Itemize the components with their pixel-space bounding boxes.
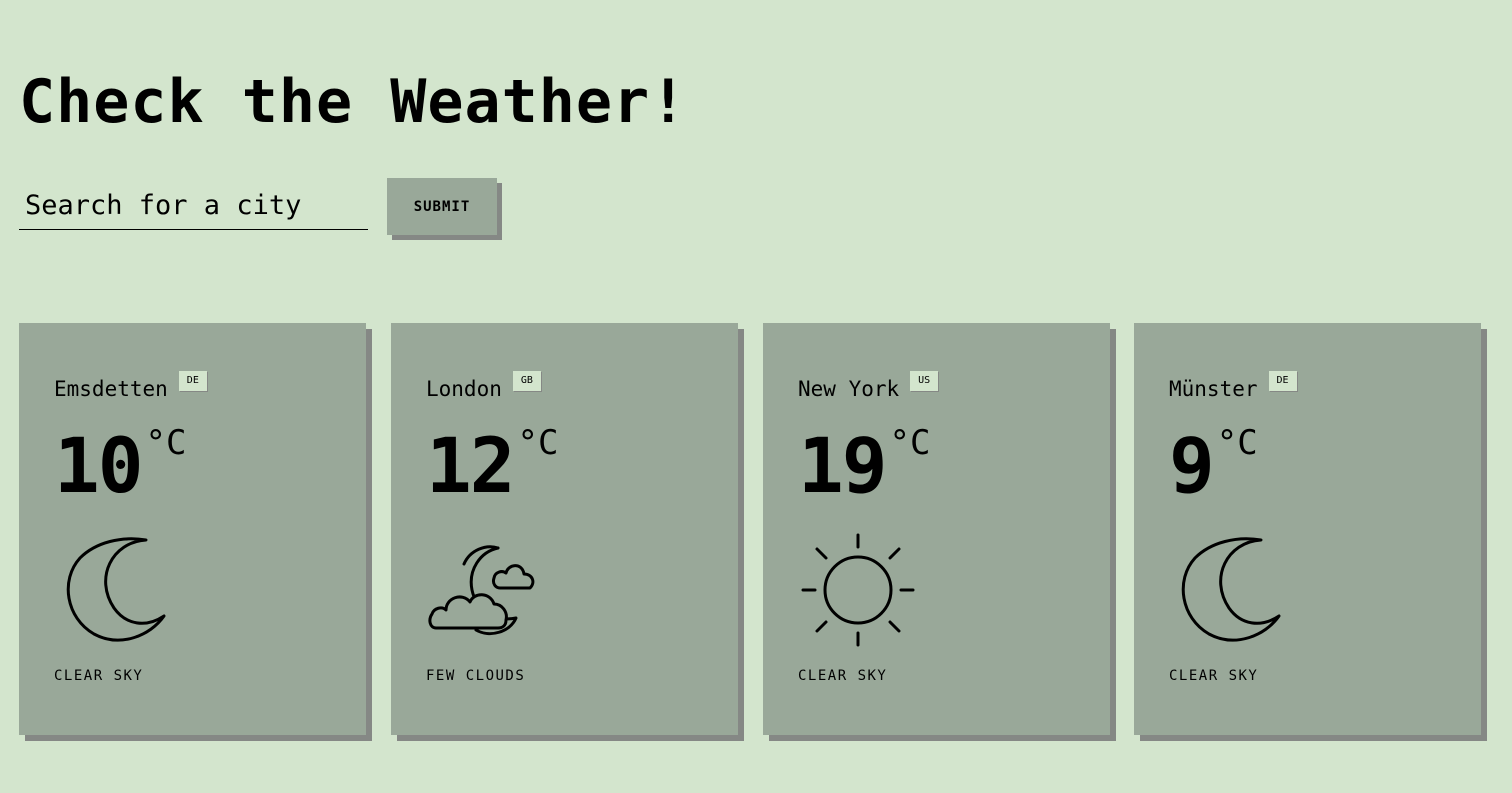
country-badge: DE (178, 371, 207, 391)
sun-icon (798, 530, 918, 650)
temperature-unit: °C (889, 423, 931, 463)
page-title: Check the Weather! (19, 67, 688, 137)
city-name: London (426, 377, 502, 401)
temperature-value: 12 (426, 421, 516, 510)
temperature: 9 °C (1169, 421, 1258, 511)
weather-card: London GB 12 °C FEW CLOUDS (391, 323, 738, 735)
temperature-unit: °C (517, 423, 559, 463)
temperature: 19 °C (798, 421, 930, 511)
city-row: Emsdetten DE (54, 371, 207, 405)
moon-icon (1169, 530, 1289, 650)
temperature: 10 °C (54, 421, 186, 511)
submit-button[interactable]: SUBMIT (387, 178, 497, 235)
weather-page: Check the Weather! SUBMIT Emsdetten DE 1… (0, 0, 1512, 793)
temperature-value: 19 (798, 421, 888, 510)
moon-cloud-icon (426, 530, 546, 650)
weather-description: CLEAR SKY (1169, 668, 1259, 684)
weather-description: FEW CLOUDS (426, 668, 526, 684)
weather-card: Münster DE 9 °C CLEAR SKY (1134, 323, 1481, 735)
city-search-input[interactable] (19, 182, 368, 230)
temperature: 12 °C (426, 421, 558, 511)
city-row: Münster DE (1169, 371, 1297, 405)
weather-card: Emsdetten DE 10 °C CLEAR SKY (19, 323, 366, 735)
temperature-value: 9 (1169, 421, 1215, 510)
city-name: Münster (1169, 377, 1258, 401)
moon-icon (54, 530, 174, 650)
country-badge: DE (1268, 371, 1297, 391)
temperature-unit: °C (145, 423, 187, 463)
weather-card: New York US 19 °C CLEAR SKY (763, 323, 1110, 735)
country-badge: GB (512, 371, 541, 391)
weather-description: CLEAR SKY (54, 668, 144, 684)
city-name: Emsdetten (54, 377, 168, 401)
temperature-unit: °C (1216, 423, 1258, 463)
city-row: London GB (426, 371, 541, 405)
weather-cards: Emsdetten DE 10 °C CLEAR SKY London GB 1… (19, 323, 1489, 743)
weather-description: CLEAR SKY (798, 668, 888, 684)
city-name: New York (798, 377, 900, 401)
city-row: New York US (798, 371, 939, 405)
temperature-value: 10 (54, 421, 144, 510)
country-badge: US (910, 371, 939, 391)
